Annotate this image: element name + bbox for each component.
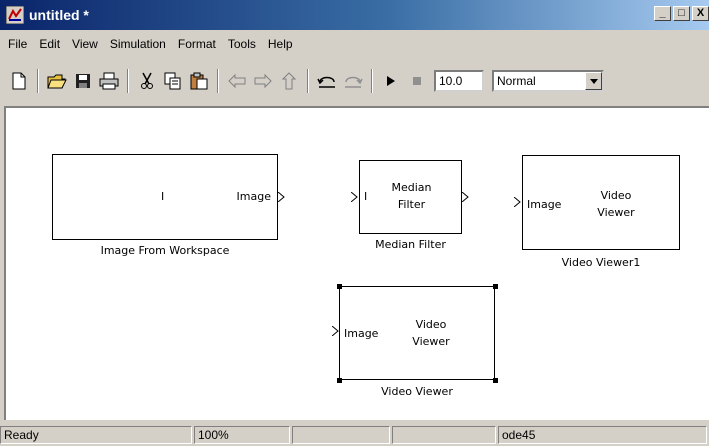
cut-icon[interactable] (134, 68, 160, 94)
menu-tools[interactable]: Tools (222, 37, 262, 51)
forward-arrow-icon[interactable] (250, 68, 276, 94)
status-cell-4 (392, 426, 496, 444)
input-port-label: Image (344, 327, 379, 340)
menu-view[interactable]: View (66, 37, 104, 51)
simulink-app-icon (6, 6, 24, 24)
back-arrow-icon[interactable] (224, 68, 250, 94)
selection-handle-top-right[interactable] (493, 284, 498, 289)
selection-handle-bottom-left[interactable] (337, 378, 342, 383)
menu-help[interactable]: Help (262, 37, 299, 51)
video-viewer-caption[interactable]: Video Viewer (339, 385, 495, 398)
block-title-line2: Filter (397, 198, 426, 211)
menu-bar: File Edit View Simulation Format Tools H… (0, 32, 709, 56)
toolbar: 10.0 Normal (0, 60, 709, 102)
menu-simulation[interactable]: Simulation (104, 37, 172, 51)
image-from-workspace-caption[interactable]: Image From Workspace (52, 244, 278, 257)
image-from-workspace-block[interactable]: I Image (52, 154, 278, 240)
status-solver: ode45 (498, 426, 707, 444)
video-viewer-block[interactable]: Image Video Viewer (339, 286, 495, 380)
selection-handle-bottom-right[interactable] (493, 378, 498, 383)
menu-format[interactable]: Format (172, 37, 222, 51)
status-bar: Ready 100% ode45 (0, 424, 709, 446)
minimize-button[interactable]: _ (654, 6, 671, 21)
toolbar-separator (127, 69, 129, 93)
maximize-button[interactable]: □ (673, 6, 690, 21)
menu-edit[interactable]: Edit (33, 37, 66, 51)
copy-icon[interactable] (160, 68, 186, 94)
status-zoom: 100% (194, 426, 290, 444)
video-viewer1-caption[interactable]: Video Viewer1 (522, 256, 680, 269)
median-filter-caption[interactable]: Median Filter (359, 238, 462, 251)
block-title-line1: Video (415, 318, 447, 331)
menu-file[interactable]: File (2, 37, 33, 51)
output-port-arrow[interactable] (462, 192, 470, 202)
paste-icon[interactable] (186, 68, 212, 94)
block-title-line2: Viewer (597, 206, 635, 219)
block-title-line2: Viewer (412, 335, 450, 348)
simulation-mode-value: Normal (497, 74, 536, 88)
redo-icon[interactable] (340, 68, 366, 94)
block-content-label: I (161, 190, 165, 203)
new-file-icon[interactable] (6, 68, 32, 94)
toolbar-separator (217, 69, 219, 93)
title-bar: untitled * _ □ X (0, 0, 709, 30)
undo-icon[interactable] (314, 68, 340, 94)
save-icon[interactable] (70, 68, 96, 94)
input-port-label: Image (527, 198, 562, 211)
play-icon[interactable] (378, 68, 404, 94)
toolbar-separator (307, 69, 309, 93)
simulation-mode-select[interactable]: Normal (492, 70, 604, 92)
stop-time-input[interactable]: 10.0 (434, 70, 484, 92)
input-port-arrow[interactable] (351, 192, 359, 202)
status-state: Ready (0, 426, 192, 444)
output-port-label: Image (236, 190, 271, 203)
window-title: untitled * (29, 7, 89, 23)
chevron-down-icon[interactable] (585, 72, 602, 90)
toolbar-separator (371, 69, 373, 93)
video-viewer1-block[interactable]: Image Video Viewer (522, 155, 680, 250)
median-filter-block[interactable]: I Median Filter (359, 160, 462, 234)
print-icon[interactable] (96, 68, 122, 94)
stop-icon[interactable] (404, 68, 430, 94)
input-port-arrow[interactable] (514, 197, 522, 207)
close-button[interactable]: X (692, 6, 709, 21)
selection-handle-top-left[interactable] (337, 284, 342, 289)
block-title-line1: Median (391, 181, 432, 194)
model-canvas[interactable]: I Image Image From Workspace I Median Fi… (4, 106, 709, 420)
toolbar-separator (37, 69, 39, 93)
up-arrow-icon[interactable] (276, 68, 302, 94)
open-folder-icon[interactable] (44, 68, 70, 94)
block-title-line1: Video (600, 189, 632, 202)
status-cell-3 (292, 426, 390, 444)
output-port-arrow[interactable] (278, 192, 286, 202)
